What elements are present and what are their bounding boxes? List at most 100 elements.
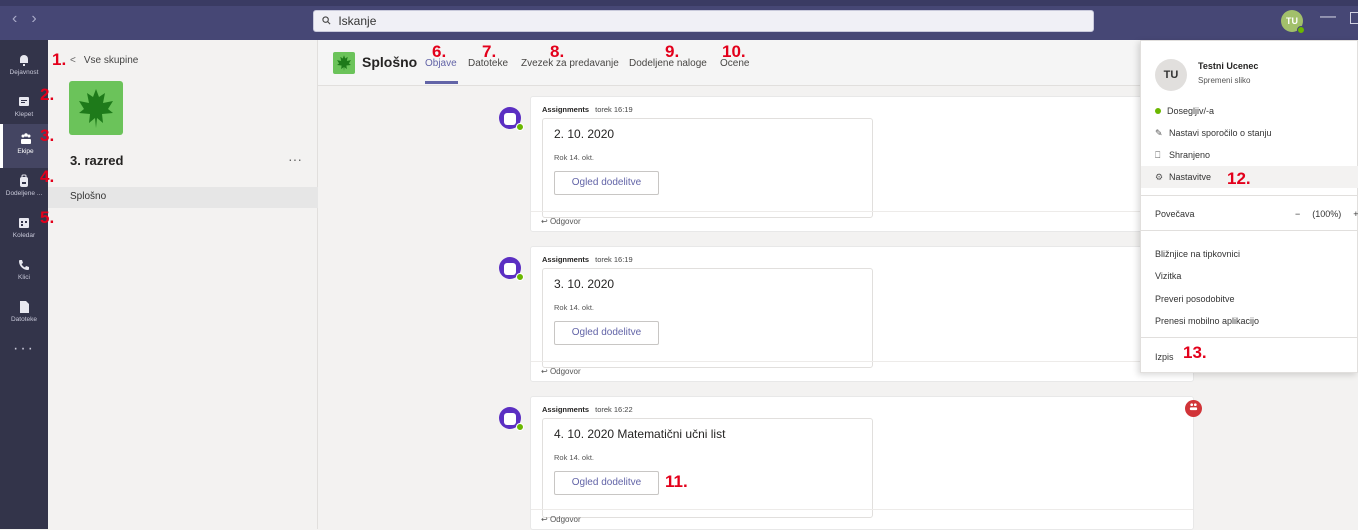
rail-label: Dodeljene ...	[5, 190, 43, 197]
team-pane: < Vse skupine 3. razred ··· Splošno	[48, 40, 318, 529]
bell-icon	[20, 55, 28, 66]
reaction-badge-icon[interactable]	[1185, 400, 1202, 417]
annotation-12: 12.	[1227, 169, 1251, 188]
post-item: Assignments torek 16:19 2. 10. 2020 Rok 1…	[499, 96, 1194, 232]
sign-out-item[interactable]: Izpis	[1155, 352, 1174, 362]
reply-link[interactable]: ↩ Odgovor	[531, 509, 1193, 529]
post-time: torek 16:22	[595, 405, 633, 414]
business-card-item[interactable]: Vizitka	[1155, 271, 1181, 281]
menu-divider	[1141, 337, 1358, 338]
change-photo-link[interactable]: Spremeni sliko	[1198, 76, 1250, 85]
assignments-bot-avatar	[499, 257, 524, 281]
reply-link[interactable]: ↩ Odgovor	[531, 211, 1193, 231]
back-arrow-icon[interactable]: ‹	[12, 10, 17, 27]
post-author: Assignments	[542, 105, 590, 114]
post-time: torek 16:19	[595, 105, 633, 114]
annotation-8: 8.	[550, 42, 565, 61]
post-meta: Assignments torek 16:22	[542, 405, 633, 414]
annotation-7: 7.	[482, 42, 497, 61]
channel-item-general[interactable]: Splošno	[48, 187, 318, 208]
settings-item[interactable]: ⚙ Nastavitve	[1155, 172, 1211, 183]
active-tab-indicator	[425, 81, 458, 84]
view-assignment-button[interactable]: Ogled dodelitve	[554, 321, 659, 345]
keyboard-shortcuts-item[interactable]: Bližnjice na tipkovnici	[1155, 249, 1240, 259]
more-apps-icon[interactable]: ···	[0, 340, 48, 358]
reply-link[interactable]: ↩ Odgovor	[531, 361, 1193, 381]
reply-label: Odgovor	[549, 367, 581, 376]
assignment-due: Rok 14. okt.	[554, 453, 595, 462]
rail-item-activity[interactable]: Dejavnost	[0, 45, 48, 89]
post-meta: Assignments torek 16:19	[542, 255, 633, 264]
team-name: 3. razred	[70, 153, 124, 168]
assignment-due: Rok 14. okt.	[554, 153, 595, 162]
rail-item-calls[interactable]: Klici	[0, 250, 48, 294]
assignments-bot-avatar	[499, 107, 524, 131]
saved-label: Shranjeno	[1169, 150, 1211, 160]
post-author: Assignments	[542, 405, 590, 414]
rail-label: Koledar	[12, 232, 36, 239]
post-author: Assignments	[542, 255, 590, 264]
title-stripe	[0, 0, 1358, 6]
tab-class-notebook[interactable]: Zvezek za predavanje	[521, 58, 619, 69]
reply-label: Odgovor	[549, 515, 581, 524]
annotation-11: 11.	[665, 472, 688, 491]
minimize-icon[interactable]: —	[1320, 8, 1336, 26]
assignment-title: 3. 10. 2020	[554, 277, 615, 291]
assignments-bot-avatar	[499, 407, 524, 431]
backpack-icon	[504, 263, 516, 275]
backpack-icon	[504, 113, 516, 125]
annotation-6: 6.	[432, 42, 447, 61]
rail-label: Dejavnost	[9, 69, 39, 76]
presence-dot	[516, 273, 524, 281]
status-item[interactable]: Dosegljiv/-a	[1155, 106, 1214, 116]
maple-leaf-icon	[337, 55, 351, 72]
backpack-icon	[504, 413, 516, 425]
view-assignment-button[interactable]: Ogled dodelitve	[554, 171, 659, 195]
maple-leaf-icon	[79, 89, 113, 128]
calendar-icon	[19, 218, 29, 228]
post-time: torek 16:19	[595, 255, 633, 264]
forward-arrow-icon[interactable]: ›	[31, 10, 36, 27]
maximize-icon[interactable]	[1350, 12, 1358, 24]
set-status-message-item[interactable]: ✎ Nastavi sporočilo o stanju	[1155, 128, 1272, 139]
annotation-4: 4.	[40, 167, 55, 186]
teams-icon	[20, 133, 31, 144]
presence-dot	[1155, 108, 1161, 114]
annotation-3: 3.	[40, 126, 55, 145]
edit-icon: ✎	[1155, 128, 1163, 138]
zoom-in-button[interactable]: +	[1353, 209, 1358, 219]
mobile-app-item[interactable]: Prenesi mobilno aplikacijo	[1155, 316, 1259, 326]
set-status-label: Nastavi sporočilo o stanju	[1169, 128, 1272, 138]
search-placeholder: Iskanje	[338, 14, 377, 28]
chevron-left-icon: <	[70, 55, 76, 66]
status-label: Dosegljiv/-a	[1167, 106, 1215, 116]
menu-divider	[1141, 230, 1358, 231]
post-item: Assignments torek 16:19 3. 10. 2020 Rok 1…	[499, 246, 1194, 382]
people-icon	[1189, 403, 1198, 411]
search-input[interactable]: Iskanje	[313, 10, 1094, 32]
backpack-icon	[20, 174, 28, 187]
reply-label: Odgovor	[549, 217, 581, 226]
rail-label: Klici	[18, 274, 30, 281]
assignment-due: Rok 14. okt.	[554, 303, 595, 312]
title-bar: ‹ › Iskanje TU —	[0, 0, 1358, 40]
assignment-card: 2. 10. 2020 Rok 14. okt. Ogled dodelitve	[542, 118, 873, 218]
saved-item[interactable]: ⎕ Shranjeno	[1155, 150, 1210, 161]
rail-item-files[interactable]: Datoteke	[0, 292, 48, 336]
chat-icon	[19, 97, 29, 106]
team-more-options-icon[interactable]: ···	[288, 151, 302, 167]
history-nav: ‹ ›	[12, 10, 51, 28]
profile-avatar[interactable]: TU	[1155, 59, 1187, 91]
post-item: Assignments torek 16:22 4. 10. 2020 Matem…	[499, 396, 1194, 530]
assignment-title: 2. 10. 2020	[554, 127, 615, 141]
check-updates-item[interactable]: Preveri posodobitve	[1155, 294, 1235, 304]
zoom-out-button[interactable]: −	[1295, 209, 1300, 219]
user-avatar[interactable]: TU	[1281, 10, 1305, 34]
all-teams-link[interactable]: < Vse skupine	[70, 55, 138, 66]
post-meta: Assignments torek 16:19	[542, 105, 633, 114]
view-assignment-button[interactable]: Ogled dodelitve	[554, 471, 659, 495]
channel-logo	[333, 52, 355, 74]
profile-menu: TU Testni Ucenec Spremeni sliko Doseglji…	[1140, 40, 1358, 373]
reply-icon: ↩	[541, 367, 550, 376]
annotation-2: 2.	[40, 85, 55, 104]
